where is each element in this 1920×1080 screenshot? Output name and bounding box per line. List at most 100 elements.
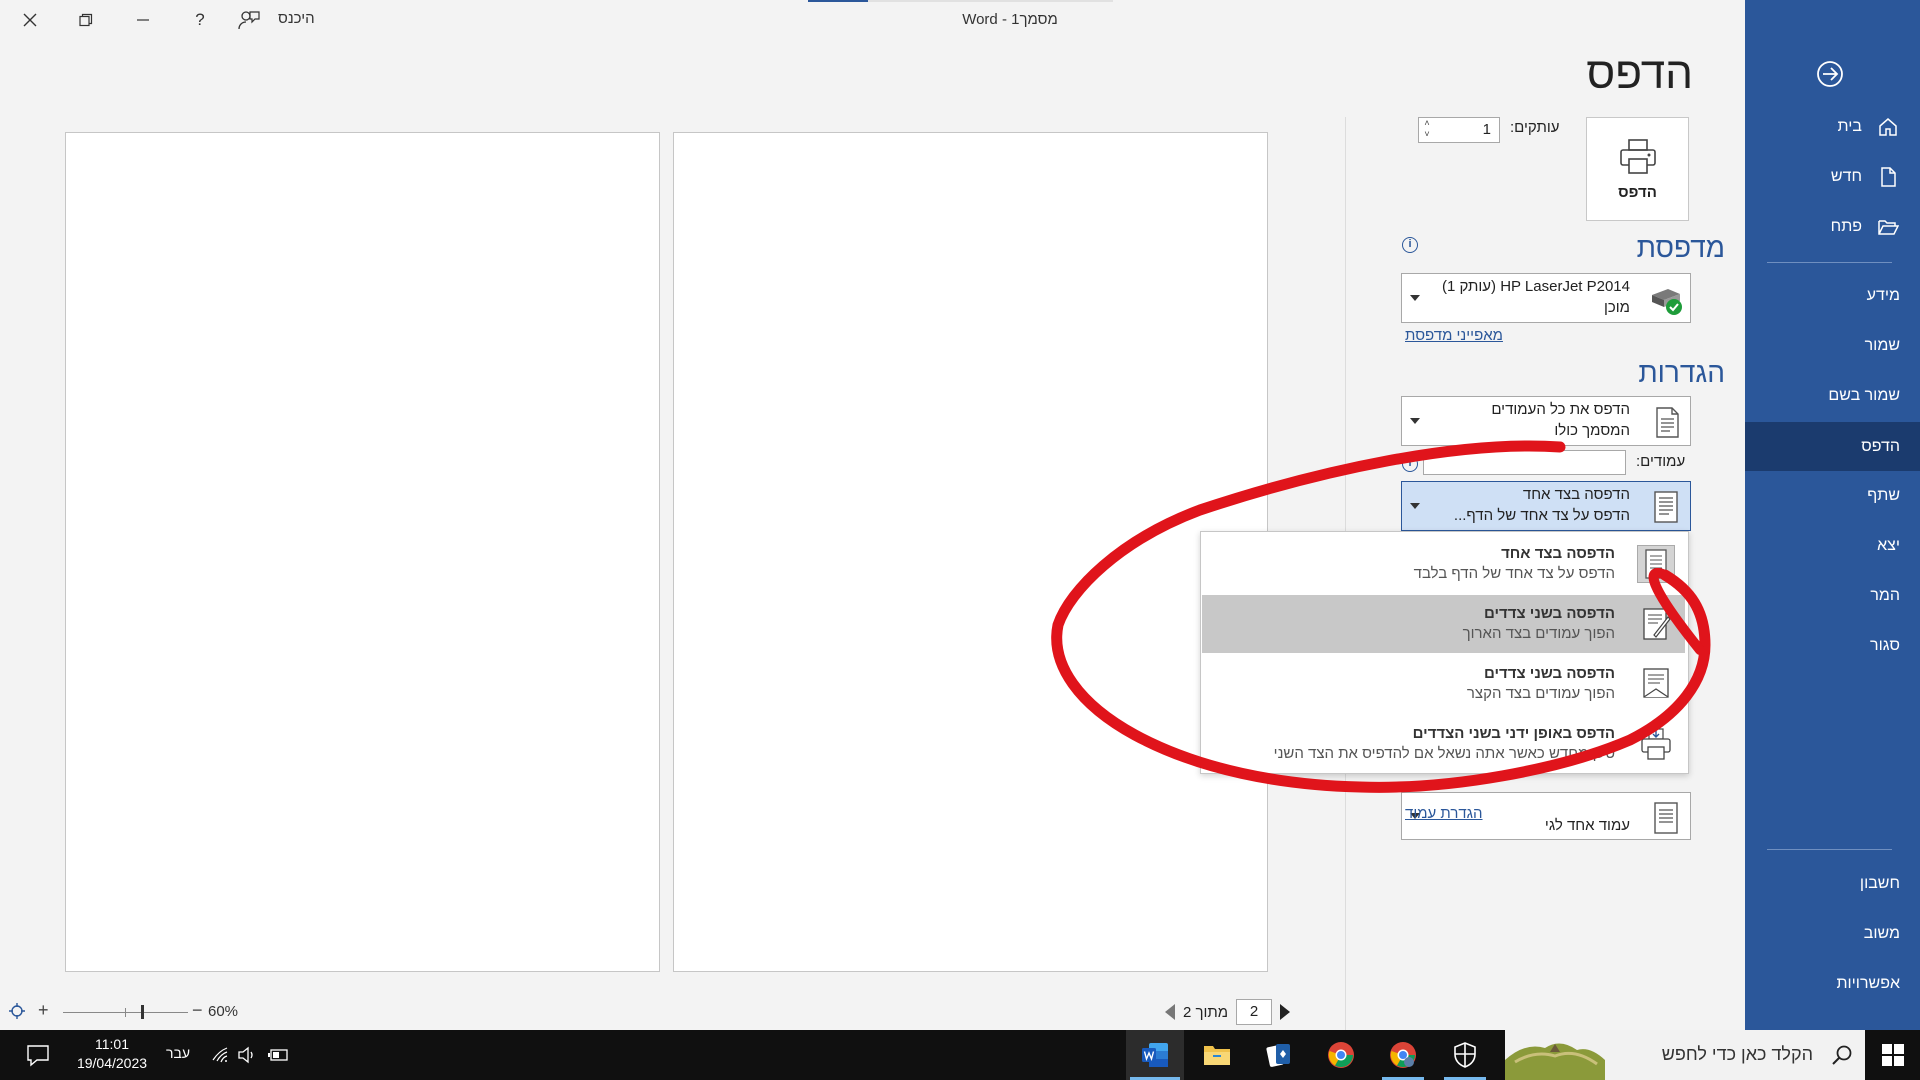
printer-heading: מדפסת — [1636, 232, 1725, 263]
taskbar-chrome-profile[interactable] — [1374, 1030, 1432, 1080]
zoom-out-button[interactable]: − — [192, 1000, 203, 1021]
taskbar-security-app[interactable] — [1436, 1030, 1494, 1080]
printer-select[interactable]: HP LaserJet P2014 (עותק 1) מוכן — [1401, 273, 1691, 323]
wifi-icon — [212, 1047, 228, 1063]
print-preview: 2 מתוך 2 + − 60% — [0, 42, 1345, 1030]
previous-page-button[interactable] — [1165, 1004, 1175, 1020]
title-bar: מסמך1 - Word ? היכנס — [0, 0, 1745, 42]
nav-open[interactable]: פתח — [1745, 206, 1920, 248]
network-indicator[interactable] — [208, 1044, 230, 1066]
taskbar-file-explorer[interactable] — [1188, 1030, 1246, 1080]
print-button-label: הדפס — [1618, 183, 1657, 201]
shield-icon — [1454, 1042, 1476, 1068]
nav-label: המר — [1870, 587, 1900, 604]
nav-divider — [1767, 849, 1892, 850]
page-setup-link[interactable]: הגדרת עמוד — [1405, 805, 1483, 822]
zoom-level[interactable]: 60% — [208, 1003, 238, 1020]
nav-options[interactable]: אפשרויות — [1745, 963, 1920, 1005]
option-two-sided-short-edge[interactable]: הדפסה בשני צדדים הפוך עמודים בצד הקצר — [1202, 655, 1685, 713]
print-range-label: הדפס את כל העמודים — [1491, 401, 1630, 418]
sides-select[interactable]: הדפסה בצד אחד הדפס על צד אחד של הדף... — [1401, 481, 1691, 531]
printer-icon — [1619, 138, 1656, 174]
input-language[interactable]: עבר — [166, 1045, 190, 1061]
chevron-down-icon — [1410, 418, 1420, 424]
copies-label: עותקים: — [1510, 119, 1560, 136]
page-count-label: מתוך 2 — [1183, 1003, 1229, 1021]
minimize-button[interactable] — [123, 4, 163, 36]
pages-input[interactable] — [1423, 450, 1626, 475]
option-title: הדפסה בצד אחד — [1501, 545, 1615, 562]
chevron-down-icon — [1410, 503, 1420, 509]
battery-indicator[interactable] — [267, 1044, 289, 1066]
nav-label: שתף — [1867, 487, 1900, 504]
coauthor-button[interactable] — [229, 4, 269, 36]
clock-date: 19/04/2023 — [76, 1055, 148, 1071]
taskbar-search[interactable]: הקלד כאן כדי לחפש — [1505, 1030, 1865, 1080]
help-icon: ? — [195, 10, 205, 29]
fit-page-icon[interactable] — [8, 1002, 26, 1020]
option-subtitle: הפוך עמודים בצד הקצר — [1466, 685, 1615, 702]
printer-properties-link[interactable]: מאפייני מדפסת — [1405, 327, 1503, 344]
cards-icon — [1266, 1044, 1290, 1067]
close-icon — [23, 13, 37, 27]
nav-label: הדפס — [1861, 437, 1900, 455]
option-one-sided[interactable]: הדפסה בצד אחד הדפס על צד אחד של הדף בלבד — [1202, 535, 1685, 593]
current-page-input[interactable]: 2 — [1236, 999, 1273, 1025]
back-arrow-icon[interactable] — [1813, 57, 1847, 91]
print-range-select[interactable]: הדפס את כל העמודים המסמך כולו — [1401, 396, 1691, 446]
taskbar-chrome[interactable] — [1312, 1030, 1370, 1080]
nav-info[interactable]: מידע — [1745, 275, 1920, 317]
word-icon — [1142, 1043, 1168, 1067]
sides-label: הדפסה בצד אחד — [1522, 486, 1630, 503]
nav-close[interactable]: סגור — [1745, 625, 1920, 667]
sides-dropdown-menu: הדפסה בצד אחד הדפס על צד אחד של הדף בלבד… — [1200, 531, 1689, 774]
chevron-down-icon — [1410, 295, 1420, 301]
option-two-sided-long-edge[interactable]: הדפסה בשני צדדים הפוך עמודים בצד הארוך — [1202, 595, 1685, 653]
nav-share[interactable]: שתף — [1745, 475, 1920, 517]
nav-label: יצא — [1877, 537, 1900, 554]
info-icon[interactable]: i — [1402, 237, 1418, 253]
zoom-slider-tick — [125, 1008, 126, 1017]
sign-in-link[interactable]: היכנס — [278, 10, 315, 27]
nav-divider — [1767, 262, 1892, 263]
nav-transform[interactable]: המר — [1745, 575, 1920, 617]
close-button[interactable] — [10, 4, 50, 36]
nav-export[interactable]: יצא — [1745, 525, 1920, 567]
volume-icon — [238, 1046, 253, 1064]
start-button[interactable] — [1866, 1030, 1920, 1080]
search-icon — [1832, 1045, 1852, 1065]
info-icon[interactable]: i — [1402, 456, 1418, 472]
zoom-in-button[interactable]: + — [38, 1000, 49, 1021]
nav-home[interactable]: בית — [1745, 106, 1920, 148]
windows-taskbar: הקלד כאן כדי לחפש עבר 11:01 19/04/2023 — [0, 1030, 1920, 1080]
nav-label: חשבון — [1859, 875, 1900, 892]
backstage-nav: בית חדש פתח מידע שמור שמור בשם הדפס שתף … — [1745, 0, 1920, 1030]
print-button[interactable]: הדפס — [1586, 117, 1689, 221]
page-navigator: 2 מתוך 2 — [1165, 998, 1291, 1026]
nav-save[interactable]: שמור — [1745, 325, 1920, 367]
sides-sub: הדפס על צד אחד של הדף... — [1453, 507, 1630, 524]
option-manual-duplex[interactable]: הדפס באופן ידני בשני הצדדים טען מחדש כאש… — [1202, 715, 1685, 773]
taskbar-word[interactable] — [1126, 1030, 1184, 1080]
preview-page-1 — [65, 132, 660, 972]
taskbar-solitaire[interactable] — [1250, 1030, 1308, 1080]
nav-label: סגור — [1870, 637, 1900, 654]
restore-button[interactable] — [66, 4, 106, 36]
copies-spinner[interactable]: ˄ ˅ — [1421, 118, 1433, 142]
chrome-icon — [1390, 1042, 1416, 1068]
volume-indicator[interactable] — [236, 1044, 258, 1066]
nav-save-as[interactable]: שמור בשם — [1745, 375, 1920, 417]
system-clock[interactable]: 11:01 19/04/2023 — [70, 1035, 154, 1073]
manual-duplex-icon — [1637, 725, 1675, 763]
nav-account[interactable]: חשבון — [1745, 863, 1920, 905]
next-page-button[interactable] — [1280, 1004, 1291, 1020]
nav-label: פתח — [1830, 218, 1862, 235]
zoom-slider-thumb[interactable] — [141, 1005, 144, 1019]
notification-icon[interactable] — [25, 1042, 51, 1068]
printer-ready-icon — [1652, 289, 1682, 315]
option-subtitle: טען מחדש כאשר אתה נשאל אם להדפיס את הצד … — [1273, 745, 1615, 762]
help-button[interactable]: ? — [180, 4, 220, 36]
nav-new[interactable]: חדש — [1745, 156, 1920, 198]
nav-feedback[interactable]: משוב — [1745, 913, 1920, 955]
nav-print[interactable]: הדפס — [1745, 422, 1920, 471]
